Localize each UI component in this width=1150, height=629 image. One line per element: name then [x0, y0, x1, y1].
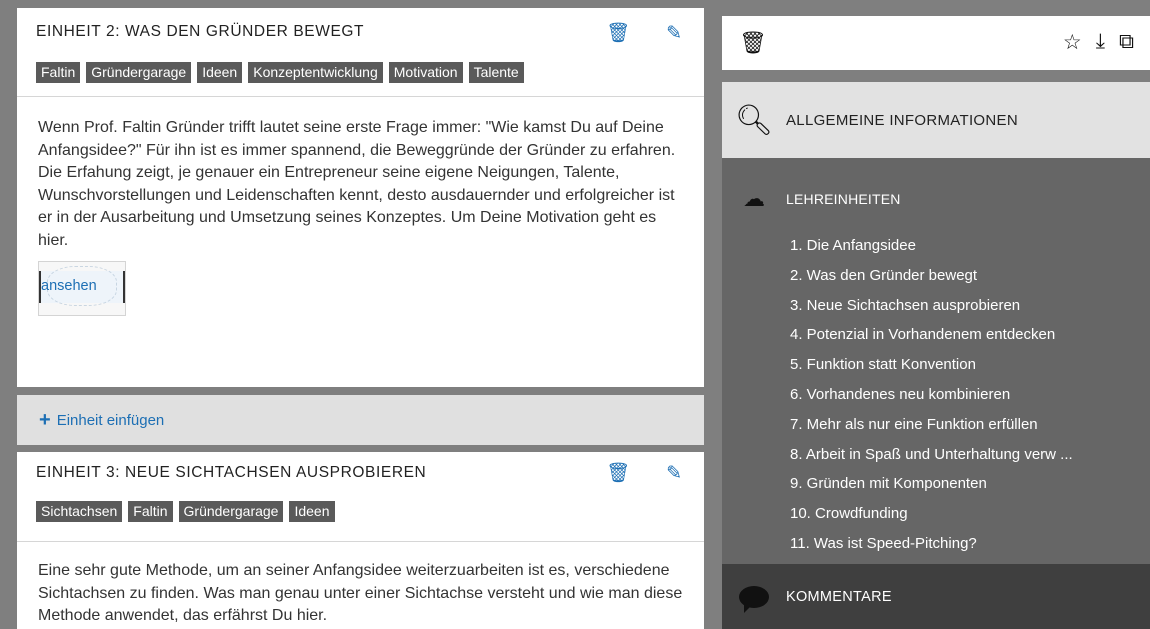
tag[interactable]: Konzeptentwicklung — [248, 62, 383, 83]
trash-icon[interactable]: 🗑 — [739, 30, 767, 56]
comments-label: KOMMENTARE — [786, 588, 892, 605]
download-icon[interactable]: ⤓ — [1096, 30, 1105, 55]
tag[interactable]: Faltin — [128, 501, 173, 522]
general-info-section[interactable]: 🔍︎ ALLGEMEINE INFORMATIONEN — [722, 82, 1150, 158]
unit-actions: 🗑 ✎ — [606, 464, 682, 484]
insert-unit-label: Einheit einfügen — [56, 411, 165, 429]
lessons-label: LEHREINHEITEN — [786, 191, 901, 207]
tag[interactable]: Motivation — [388, 62, 463, 83]
cloud-upload-icon: ☁ — [743, 186, 765, 211]
unit-card-3: EINHEIT 3: NEUE SICHTACHSEN AUSPROBIEREN… — [17, 452, 704, 629]
unit-header: EINHEIT 3: NEUE SICHTACHSEN AUSPROBIEREN… — [17, 452, 704, 542]
lesson-item[interactable]: 11. Was ist Speed-Pitching? — [790, 529, 1073, 559]
pencil-icon[interactable]: ✎ — [666, 24, 682, 44]
unit-description: Eine sehr gute Methode, um an seiner Anf… — [38, 562, 683, 624]
star-icon[interactable]: ☆ — [1063, 30, 1082, 55]
unit-title: EINHEIT 3: NEUE SICHTACHSEN AUSPROBIEREN — [36, 464, 427, 481]
lesson-item[interactable]: 5. Funktion statt Konvention — [790, 350, 1073, 380]
tag[interactable]: Sichtachsen — [36, 501, 123, 522]
lesson-item[interactable]: 3. Neue Sichtachsen ausprobieren — [790, 291, 1073, 321]
tag[interactable]: Ideen — [289, 501, 335, 522]
comments-section[interactable]: KOMMENTARE — [722, 564, 1150, 629]
tag[interactable]: Talente — [468, 62, 524, 83]
copy-icon[interactable]: ⧉ — [1119, 30, 1134, 55]
pencil-icon[interactable]: ✎ — [666, 464, 682, 484]
tag[interactable]: Gründergarage — [86, 62, 192, 83]
unit-body: Eine sehr gute Methode, um an seiner Anf… — [17, 542, 704, 628]
unit-header: EINHEIT 2: WAS DEN GRÜNDER BEWEGT 🗑 ✎ Fa… — [17, 8, 704, 97]
lesson-item[interactable]: 4. Potenzial in Vorhandenem entdecken — [790, 320, 1073, 350]
sidebar-toolbar: 🗑 ☆ ⤓ ⧉ — [722, 16, 1150, 70]
search-icon: 🔍︎ — [734, 103, 774, 137]
trash-icon[interactable]: 🗑 — [606, 464, 630, 484]
lesson-item[interactable]: 1. Die Anfangsidee — [790, 231, 1073, 261]
lesson-item[interactable]: 9. Gründen mit Komponenten — [790, 469, 1073, 499]
lesson-item[interactable]: 2. Was den Gründer bewegt — [790, 261, 1073, 291]
lessons-header[interactable]: ☁ LEHREINHEITEN — [722, 186, 901, 212]
unit-body: Wenn Prof. Faltin Gründer trifft lautet … — [17, 97, 704, 316]
tag[interactable]: Ideen — [197, 62, 243, 83]
lesson-item[interactable]: 6. Vorhandenes neu kombinieren — [790, 380, 1073, 410]
video-thumbnail[interactable]: ansehen — [38, 261, 126, 316]
tag-list: Faltin Gründergarage Ideen Konzeptentwic… — [36, 62, 524, 83]
trash-icon[interactable]: 🗑 — [606, 24, 630, 44]
toolbar-actions: ☆ ⤓ ⧉ — [1063, 30, 1134, 55]
plus-icon: + — [39, 409, 51, 431]
lesson-item[interactable]: 10. Crowdfunding — [790, 499, 1073, 529]
general-info-label: ALLGEMEINE INFORMATIONEN — [786, 111, 1018, 129]
sidebar: 🗑 ☆ ⤓ ⧉ 🔍︎ ALLGEMEINE INFORMATIONEN ☁ LE… — [704, 0, 1150, 629]
lesson-item[interactable]: 8. Arbeit in Spaß und Unterhaltung verw … — [790, 440, 1073, 470]
insert-unit-button[interactable]: + Einheit einfügen — [17, 395, 704, 445]
unit-card-2: EINHEIT 2: WAS DEN GRÜNDER BEWEGT 🗑 ✎ Fa… — [17, 8, 704, 387]
lessons-section: ☁ LEHREINHEITEN 1. Die Anfangsidee 2. Wa… — [722, 158, 1150, 564]
chat-bubble-icon — [722, 585, 786, 613]
tag[interactable]: Faltin — [36, 62, 81, 83]
tag[interactable]: Gründergarage — [178, 501, 284, 522]
unit-actions: 🗑 ✎ — [606, 24, 682, 44]
view-link[interactable]: ansehen — [41, 275, 97, 298]
lesson-list: 1. Die Anfangsidee 2. Was den Gründer be… — [790, 231, 1073, 559]
tag-list: Sichtachsen Faltin Gründergarage Ideen — [36, 501, 335, 522]
lesson-item[interactable]: 7. Mehr als nur eine Funktion erfüllen — [790, 410, 1073, 440]
unit-title: EINHEIT 2: WAS DEN GRÜNDER BEWEGT — [36, 23, 365, 40]
unit-description: Wenn Prof. Faltin Gründer trifft lautet … — [38, 119, 676, 249]
units-column: EINHEIT 2: WAS DEN GRÜNDER BEWEGT 🗑 ✎ Fa… — [8, 0, 704, 629]
